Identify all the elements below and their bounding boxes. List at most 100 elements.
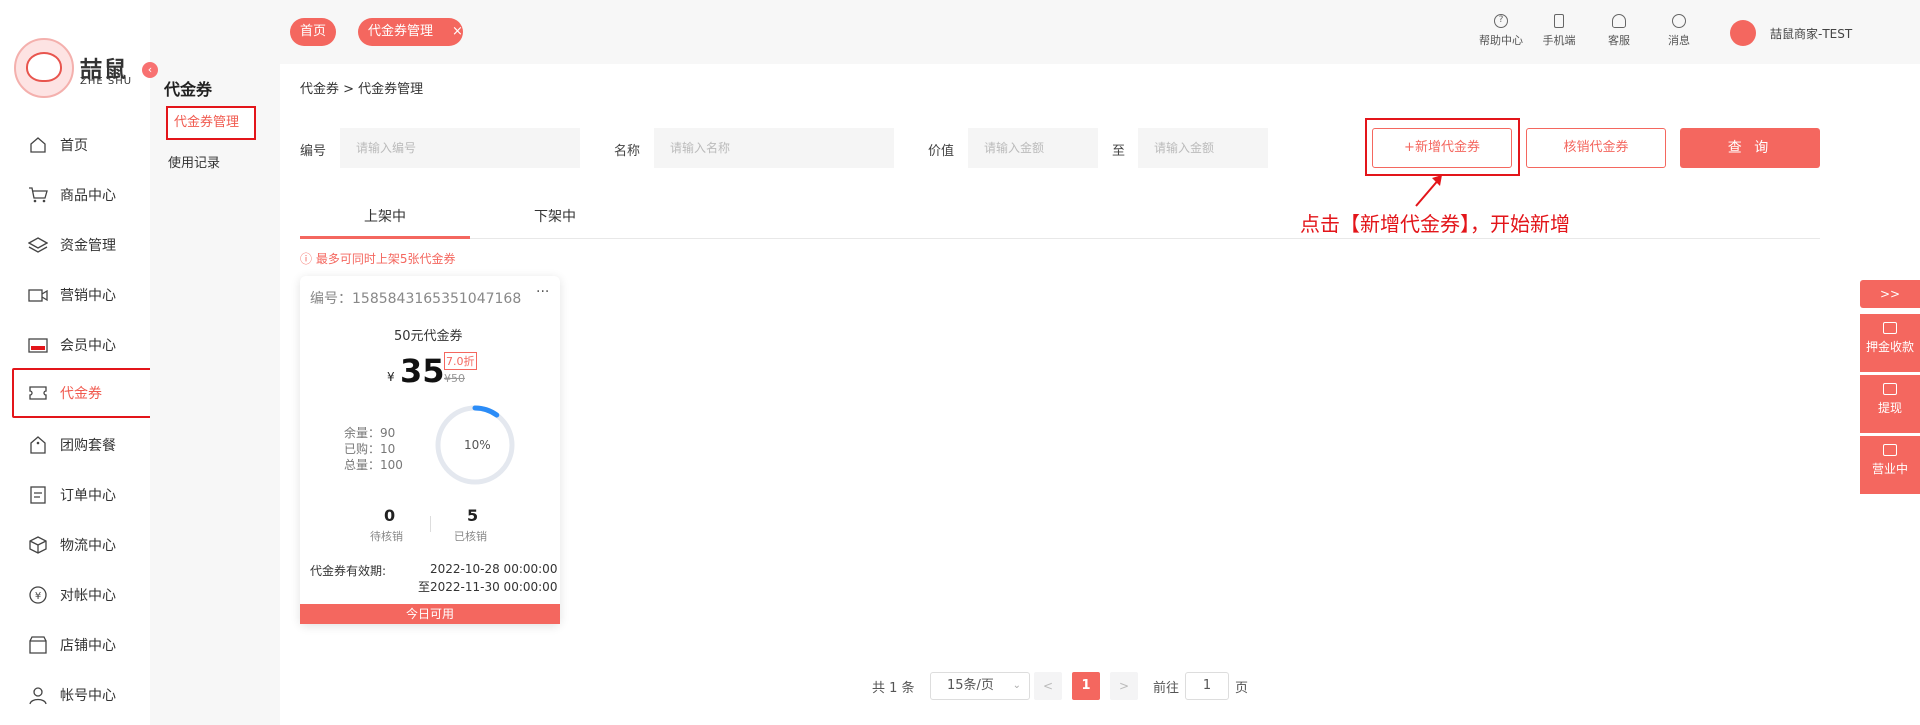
chat-icon bbox=[1672, 14, 1686, 28]
nav-item-coupon[interactable]: 代金券 bbox=[12, 368, 152, 418]
nav-label: 帐号中心 bbox=[60, 688, 116, 704]
total-count: 共 1 条 bbox=[872, 681, 915, 696]
home-icon bbox=[28, 135, 48, 155]
goto-label: 前往 bbox=[1153, 681, 1180, 696]
help-center-button[interactable]: ? 帮助中心 bbox=[1474, 14, 1528, 48]
tab-coupon-manage[interactable]: 代金券管理 bbox=[358, 18, 464, 46]
prev-page-button[interactable]: < bbox=[1034, 672, 1062, 700]
tool-label: 消息 bbox=[1668, 34, 1690, 47]
next-page-button[interactable]: > bbox=[1110, 672, 1138, 700]
more-icon[interactable]: ··· bbox=[536, 284, 549, 300]
nav-label: 团购套餐 bbox=[60, 438, 116, 454]
validity-label: 代金券有效期: bbox=[310, 564, 387, 578]
min-value-input[interactable]: 请输入金额 bbox=[968, 128, 1098, 168]
vip-card-icon bbox=[28, 335, 48, 355]
active-tab-indicator bbox=[300, 236, 470, 239]
goto-page-input[interactable]: 1 bbox=[1185, 672, 1229, 700]
nav-label: 商品中心 bbox=[60, 188, 116, 204]
page-size-value: 15条/页 bbox=[947, 678, 994, 693]
nav-item-logistics[interactable]: 物流中心 bbox=[14, 520, 150, 570]
tab-label: 代金券管理 bbox=[368, 24, 434, 39]
tab-home[interactable]: 首页 bbox=[290, 18, 337, 46]
warning-icon: ⓘ bbox=[300, 252, 316, 266]
deposit-collect-button[interactable]: 押金收款 bbox=[1860, 314, 1920, 372]
box-icon bbox=[28, 535, 48, 555]
user-name[interactable]: 喆鼠商家-TEST bbox=[1770, 25, 1852, 42]
video-icon bbox=[28, 285, 48, 305]
logo-subtext: ZHE SHU bbox=[80, 76, 133, 87]
tab-off-sale[interactable]: 下架中 bbox=[534, 206, 576, 226]
coupon-number: 编号：1585843165351047168 bbox=[310, 291, 522, 307]
float-label: 营业中 bbox=[1871, 462, 1908, 476]
value-label: 价值 bbox=[928, 144, 955, 159]
help-icon: ? bbox=[1494, 14, 1508, 28]
logo-mascot-face bbox=[26, 52, 62, 82]
customer-service-button[interactable]: 客服 bbox=[1592, 14, 1646, 48]
nav-label: 物流中心 bbox=[60, 538, 116, 554]
range-to-label: 至 bbox=[1112, 144, 1126, 159]
progress-percent: 10% bbox=[464, 438, 491, 452]
nav-item-home[interactable]: 首页 bbox=[14, 120, 150, 170]
sub-item-usage-records[interactable]: 使用记录 bbox=[168, 152, 220, 171]
add-coupon-button[interactable]: +新增代金券 bbox=[1372, 128, 1512, 168]
yen-icon: ¥ bbox=[28, 585, 48, 605]
page-current[interactable]: 1 bbox=[1072, 672, 1100, 700]
search-button[interactable]: 查 询 bbox=[1680, 128, 1820, 168]
nav-label: 营销中心 bbox=[60, 288, 116, 304]
remain-stat: 余量：90 bbox=[344, 426, 396, 440]
tool-label: 手机端 bbox=[1542, 34, 1576, 47]
store-icon bbox=[1883, 444, 1897, 456]
close-tab-icon[interactable]: × bbox=[452, 24, 463, 39]
layers-icon bbox=[28, 235, 48, 255]
sub-sidebar-title: 代金券 bbox=[164, 80, 213, 99]
cart-icon bbox=[28, 185, 48, 205]
tab-divider bbox=[300, 238, 1820, 239]
nav-item-reconcile[interactable]: ¥ 对帐中心 bbox=[14, 570, 150, 620]
validity-start: 2022-10-28 00:00:00 bbox=[430, 562, 558, 576]
tab-on-sale[interactable]: 上架中 bbox=[364, 206, 406, 226]
expand-float-button[interactable]: >> bbox=[1860, 280, 1920, 308]
page-size-select[interactable]: 15条/页 ⌄ bbox=[930, 672, 1030, 700]
order-icon bbox=[28, 485, 48, 505]
nav-label: 资金管理 bbox=[60, 238, 116, 254]
code-label: 编号 bbox=[300, 144, 327, 159]
float-label: 押金收款 bbox=[1865, 340, 1914, 354]
tool-label: 帮助中心 bbox=[1479, 34, 1523, 47]
nav-item-orders[interactable]: 订单中心 bbox=[14, 470, 150, 520]
nav-item-groupbuy[interactable]: 团购套餐 bbox=[14, 420, 150, 470]
business-status-button[interactable]: 营业中 bbox=[1860, 436, 1920, 494]
svg-text:¥: ¥ bbox=[35, 591, 41, 602]
card-icon bbox=[1883, 322, 1897, 334]
ticket-icon bbox=[28, 383, 48, 403]
nav-item-funds[interactable]: 资金管理 bbox=[14, 220, 150, 270]
nav-item-goods[interactable]: 商品中心 bbox=[14, 170, 150, 220]
messages-button[interactable]: 消息 bbox=[1652, 14, 1706, 48]
bought-stat: 已购：10 bbox=[344, 442, 396, 456]
verify-coupon-button[interactable]: 核销代金券 bbox=[1526, 128, 1666, 168]
nav-label: 对帐中心 bbox=[60, 588, 116, 604]
sub-item-coupon-manage[interactable]: 代金券管理 bbox=[166, 106, 256, 140]
yen-symbol: ¥ bbox=[387, 370, 395, 384]
nav-item-marketing[interactable]: 营销中心 bbox=[14, 270, 150, 320]
used-count: 5 bbox=[467, 506, 479, 525]
user-avatar[interactable] bbox=[1730, 20, 1756, 46]
mobile-button[interactable]: 手机端 bbox=[1532, 14, 1586, 48]
discount-badge: 7.0折 bbox=[444, 352, 477, 370]
phone-icon bbox=[1554, 14, 1564, 28]
nav-item-shop[interactable]: 店铺中心 bbox=[14, 620, 150, 670]
coupon-name: 50元代金券 bbox=[394, 329, 463, 344]
nav-label: 会员中心 bbox=[60, 338, 116, 354]
nav-item-account[interactable]: 帐号中心 bbox=[14, 670, 150, 720]
code-input[interactable]: 请输入编号 bbox=[340, 128, 580, 168]
collapse-sidebar-icon[interactable]: ‹ bbox=[142, 62, 158, 78]
nav-item-members[interactable]: 会员中心 bbox=[14, 320, 150, 370]
notice-text: 最多可同时上架5张代金券 bbox=[315, 252, 456, 266]
withdraw-button[interactable]: 提现 bbox=[1860, 375, 1920, 433]
name-input[interactable]: 请输入名称 bbox=[654, 128, 894, 168]
validity-end: 至2022-11-30 00:00:00 bbox=[418, 580, 558, 594]
max-value-input[interactable]: 请输入金额 bbox=[1138, 128, 1268, 168]
total-stat: 总量：100 bbox=[344, 458, 403, 472]
bookmark-icon bbox=[1883, 383, 1897, 395]
name-label: 名称 bbox=[614, 144, 641, 159]
annotation-arrow-icon bbox=[1415, 175, 1442, 207]
